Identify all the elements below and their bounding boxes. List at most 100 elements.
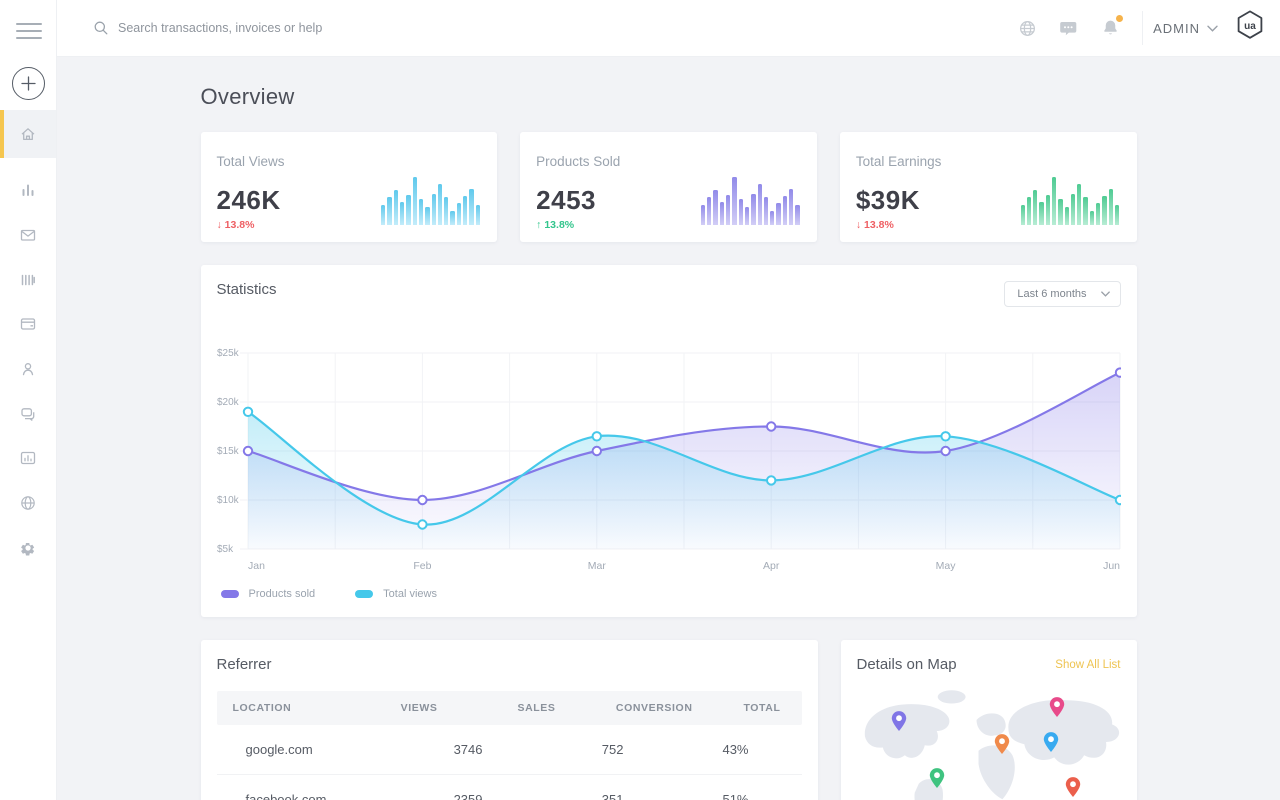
map-pin-australia[interactable]: [1064, 776, 1081, 800]
sparkline-bar: [732, 177, 736, 225]
sparkline-bar: [701, 205, 705, 225]
plus-icon: [21, 76, 36, 91]
data-point[interactable]: [418, 496, 426, 504]
table-row[interactable]: google.com374675243%: [217, 725, 802, 775]
data-point[interactable]: [243, 408, 251, 416]
admin-menu[interactable]: ADMIN: [1153, 21, 1218, 36]
sparkline-bar: [381, 205, 385, 225]
chat-bubbles-icon: [19, 405, 37, 423]
table-row[interactable]: facebook.com235935151%: [217, 775, 802, 800]
data-point[interactable]: [1115, 496, 1120, 504]
sparkline-bar: [463, 196, 467, 225]
map-pin-africa[interactable]: [993, 733, 1010, 760]
table-cell: 43%: [624, 742, 749, 757]
app-logo[interactable]: ua: [1234, 9, 1266, 47]
referrer-card: Referrer LOCATIONVIEWSSALESCONVERSIONTOT…: [201, 640, 818, 800]
messages-button[interactable]: [1059, 19, 1079, 38]
chart-legend: Products sold Total views: [221, 588, 1121, 600]
y-axis-tick: $5k: [217, 544, 234, 555]
sparkline-bar: [758, 184, 762, 225]
x-axis-tick: Mar: [587, 560, 606, 572]
column-header: LOCATION: [233, 702, 353, 714]
sidebar-item-mail[interactable]: [0, 213, 56, 258]
data-point[interactable]: [418, 520, 426, 528]
data-point[interactable]: [941, 447, 949, 455]
sparkline-bar: [745, 207, 749, 225]
sidebar-item-catalog[interactable]: [0, 257, 56, 302]
map-card: Details on Map Show All List: [841, 640, 1137, 800]
legend-swatch: [355, 590, 373, 598]
add-button[interactable]: [12, 67, 45, 100]
sparkline-bar: [1039, 202, 1043, 225]
language-button[interactable]: [1018, 19, 1037, 38]
sparkline-bar: [764, 197, 768, 225]
x-axis-tick: Apr: [763, 560, 780, 572]
sparkline-bar: [739, 199, 743, 225]
data-point[interactable]: [1115, 368, 1120, 376]
notifications-button[interactable]: [1101, 18, 1120, 38]
table-cell: 51%: [624, 792, 749, 800]
data-point[interactable]: [767, 476, 775, 484]
legend-item-products-sold[interactable]: Products sold: [221, 588, 316, 600]
sparkline-bar: [469, 189, 473, 225]
sparkline-bar: [400, 202, 404, 225]
hamburger-menu-icon[interactable]: [16, 18, 42, 44]
sidebar-item-home[interactable]: [0, 110, 56, 158]
data-point[interactable]: [243, 447, 251, 455]
map-pin-asia[interactable]: [1042, 731, 1059, 758]
stat-sparkline: [1021, 175, 1121, 225]
sidebar-item-users[interactable]: [0, 347, 56, 392]
sidebar-item-analytics[interactable]: [0, 168, 56, 213]
sparkline-bar: [419, 199, 423, 225]
sparkline-bar: [387, 197, 391, 225]
legend-label: Products sold: [249, 588, 316, 600]
sidebar: [0, 0, 57, 800]
admin-label: ADMIN: [1153, 21, 1200, 36]
sparkline-bar: [776, 203, 780, 225]
sparkline-bar: [450, 211, 454, 225]
sparkline-bar: [432, 194, 436, 226]
map-pin-north-america[interactable]: [890, 710, 907, 737]
sparkline-bar: [1090, 211, 1094, 225]
x-axis-tick: Jan: [248, 560, 265, 572]
data-point[interactable]: [767, 422, 775, 430]
y-axis-tick: $15k: [217, 446, 240, 457]
map-pin-russia[interactable]: [1049, 696, 1066, 723]
globe-icon: [19, 494, 37, 512]
sidebar-item-global[interactable]: [0, 481, 56, 526]
sparkline-bar: [1071, 194, 1075, 226]
sparkline-bar: [783, 196, 787, 225]
divider: [1142, 11, 1143, 45]
sparkline-bar: [770, 211, 774, 225]
data-point[interactable]: [941, 432, 949, 440]
sparkline-bar: [726, 195, 730, 225]
table-cell: facebook.com: [233, 792, 393, 800]
show-all-list-link[interactable]: Show All List: [1055, 659, 1120, 671]
sidebar-item-reports[interactable]: [0, 436, 56, 481]
sparkline-bar: [795, 205, 799, 225]
sparkline-bar: [1109, 189, 1113, 225]
trend-down-icon: ↓: [856, 219, 861, 231]
legend-item-total-views[interactable]: Total views: [355, 588, 437, 600]
trend-down-icon: ↓: [217, 219, 222, 231]
map-pin-south-america[interactable]: [929, 767, 946, 794]
referrer-table: LOCATIONVIEWSSALESCONVERSIONTOTALgoogle.…: [217, 691, 802, 800]
data-point[interactable]: [592, 447, 600, 455]
x-axis-tick: May: [935, 560, 956, 572]
sparkline-bar: [444, 197, 448, 225]
trend-up-icon: ↑: [536, 219, 541, 231]
statistics-chart: $25k$20k$15k$10k$5kJanFebMarAprMayJun: [217, 343, 1121, 580]
sidebar-item-wallet[interactable]: [0, 302, 56, 347]
sidebar-item-messages[interactable]: [0, 391, 56, 436]
search-input[interactable]: [118, 21, 438, 35]
table-cell: 752: [483, 742, 624, 757]
sparkline-bar: [1096, 203, 1100, 225]
column-header: CONVERSION: [556, 702, 693, 714]
sidebar-item-settings[interactable]: [0, 526, 56, 571]
stat-sparkline: [701, 175, 801, 225]
range-selector[interactable]: Last 6 months: [1004, 281, 1120, 307]
data-point[interactable]: [592, 432, 600, 440]
stat-sparkline: [381, 175, 481, 225]
bar-chart-icon: [19, 181, 37, 199]
stat-label: Products Sold: [536, 154, 801, 169]
